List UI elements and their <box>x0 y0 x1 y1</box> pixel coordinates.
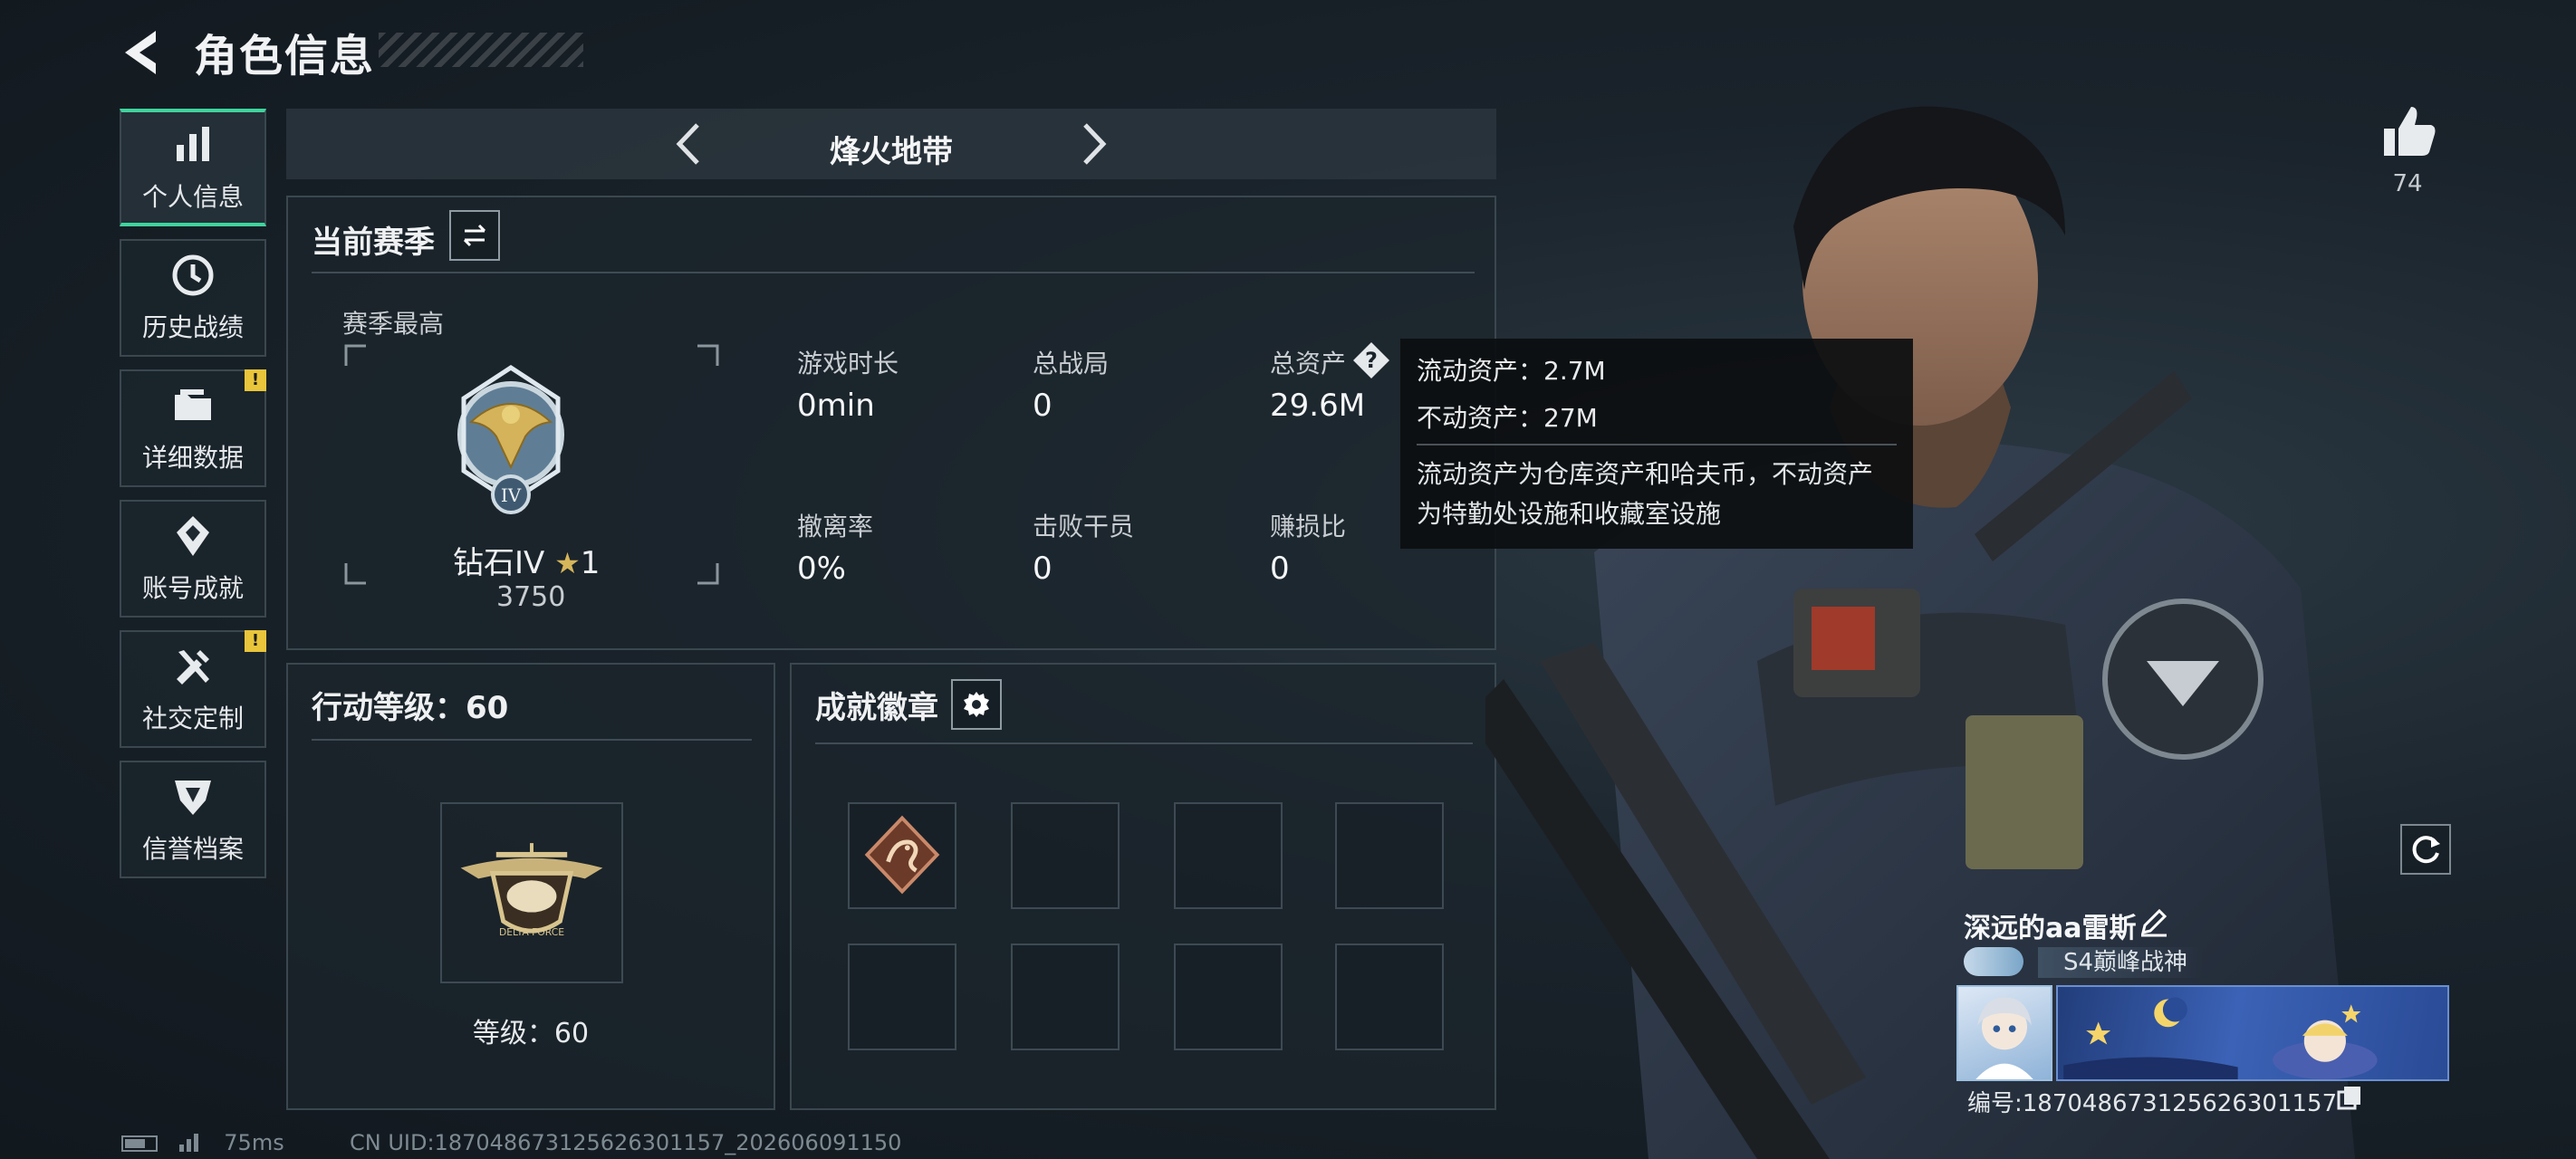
nav-label: 详细数据 <box>141 443 244 473</box>
badge-slot[interactable] <box>1335 943 1444 1050</box>
badge-slot[interactable] <box>848 943 956 1050</box>
action-level-panel: 行动等级：60 DELTA FORCE 等级：60 <box>286 663 775 1110</box>
badge-settings-button[interactable] <box>951 679 1002 730</box>
badge-slot[interactable] <box>1174 943 1283 1050</box>
latency-text: 75ms <box>224 1130 284 1155</box>
page-title: 角色信息 <box>194 31 376 81</box>
achievement-badges-panel: 成就徽章 <box>790 663 1496 1110</box>
header-decoration <box>379 33 583 67</box>
back-arrow-icon <box>125 31 156 74</box>
asset-tooltip: 流动资产：2.7M 不动资产：27M 流动资产为仓库资产和哈夫币，不动资产为特勤… <box>1400 339 1913 549</box>
mode-switcher: 烽火地带 <box>286 109 1496 179</box>
alert-badge: ! <box>245 630 266 652</box>
battery-icon <box>121 1135 158 1152</box>
divider <box>1417 444 1897 445</box>
current-season-panel: 当前赛季 赛季最高 IV 钻石IV ★1 3750 游戏时长 0min 总战局 … <box>286 196 1496 650</box>
level-emblem-frame: DELTA FORCE <box>440 802 623 983</box>
asset-description: 流动资产为仓库资产和哈夫币，不动资产为特勤处设施和收藏室设施 <box>1417 459 1874 529</box>
player-avatar[interactable] <box>1956 985 2052 1081</box>
chevron-right-icon[interactable] <box>1071 121 1116 167</box>
player-title: S4巅峰战神 <box>2038 947 2203 978</box>
svg-text:?: ? <box>1365 348 1378 373</box>
stat-label: 撤离率 <box>797 512 874 541</box>
clock-icon <box>172 254 214 296</box>
stat-value: 0 <box>1033 551 1053 587</box>
badge-slot[interactable] <box>1174 802 1283 909</box>
divider <box>312 272 1475 273</box>
section-title: 成就徽章 <box>815 690 938 726</box>
status-bar: 75ms <box>121 1130 284 1157</box>
achievement-icon <box>177 516 209 556</box>
bar-chart-icon <box>177 127 209 161</box>
helicopter-emblem-icon: DELTA FORCE <box>460 843 603 938</box>
stat-label: 赚损比 <box>1270 512 1347 541</box>
star-icon: ★ <box>554 546 581 580</box>
nav-item-history[interactable]: 历史战绩 <box>120 239 266 357</box>
nav-item-reputation[interactable]: 信誉档案 <box>120 761 266 878</box>
help-icon[interactable]: ? <box>1351 340 1391 380</box>
season-best-label: 赛季最高 <box>342 309 445 339</box>
dragon-badge-icon <box>864 815 940 895</box>
stat-value: 0 <box>1270 551 1290 587</box>
stat-value: 0min <box>797 388 875 424</box>
name-card-banner[interactable] <box>2056 985 2449 1081</box>
like-count: 74 <box>2392 170 2423 197</box>
back-button[interactable] <box>116 25 170 80</box>
nav-item-personal-info[interactable]: 个人信息 <box>120 109 266 226</box>
gear-icon <box>964 692 989 717</box>
alert-badge: ! <box>245 369 266 391</box>
avatar-image <box>1975 997 2033 1079</box>
stat-label: 总资产 <box>1270 349 1347 378</box>
rank-points: 3750 <box>496 581 566 613</box>
nav-label: 个人信息 <box>141 182 244 212</box>
rank-row: 钻石IV ★1 <box>453 538 600 582</box>
divider <box>815 742 1473 744</box>
swap-icon <box>463 224 486 247</box>
thumbs-up-icon[interactable] <box>2377 100 2440 163</box>
stat-label: 游戏时长 <box>797 349 899 378</box>
stat-value: 29.6M <box>1270 388 1366 424</box>
stat-value: 0 <box>1033 388 1053 424</box>
tools-icon <box>177 650 209 685</box>
nav-label: 账号成就 <box>141 573 244 603</box>
divider <box>312 739 752 741</box>
badge-slot[interactable] <box>1011 802 1120 909</box>
badge-slot[interactable] <box>848 802 956 909</box>
stat-value: 0% <box>797 551 846 587</box>
nav-item-social[interactable]: 社交定制 ! <box>120 630 266 748</box>
nav-label: 信誉档案 <box>141 834 244 864</box>
nav-label: 社交定制 <box>141 704 244 733</box>
copy-icon[interactable] <box>2337 1085 2362 1110</box>
stat-label: 击败干员 <box>1033 512 1135 541</box>
mode-title: 烽火地带 <box>830 134 953 170</box>
section-title: 当前赛季 <box>312 225 435 261</box>
stat-label: 总战局 <box>1033 349 1110 378</box>
liquid-assets-text: 流动资产：2.7M <box>1417 356 1606 386</box>
refresh-button[interactable] <box>2400 824 2451 875</box>
level-text: 等级：60 <box>472 1018 590 1049</box>
folder-icon <box>175 389 211 420</box>
fixed-assets-text: 不动资产：27M <box>1417 403 1598 433</box>
badge-slot[interactable] <box>1335 802 1444 909</box>
uid-text: CN UID:187048673125626301157_20260609115… <box>350 1130 902 1155</box>
nav-item-achievements[interactable]: 账号成就 <box>120 500 266 618</box>
svg-text:DELTA FORCE: DELTA FORCE <box>499 926 564 938</box>
rank-badge-icon: IV <box>457 365 564 514</box>
edit-name-icon[interactable] <box>2138 905 2170 938</box>
rank-name: 钻石IV <box>453 545 545 581</box>
section-title: 行动等级：60 <box>312 690 509 726</box>
swap-season-button[interactable] <box>449 210 500 261</box>
refresh-icon <box>2412 836 2440 864</box>
rank-stars: 1 <box>580 545 601 581</box>
banner-image <box>2063 997 2378 1079</box>
badge-slot[interactable] <box>1011 943 1120 1050</box>
card-id: 编号:187048673125626301157 <box>1967 1090 2338 1117</box>
svg-text:IV: IV <box>501 484 522 506</box>
signal-icon <box>178 1130 205 1157</box>
nav-item-detailed-data[interactable]: 详细数据 ! <box>120 369 266 487</box>
shield-icon <box>175 781 211 815</box>
nav-label: 历史战绩 <box>141 312 244 342</box>
player-name: 深远的aa雷斯 <box>1964 913 2137 944</box>
title-badge-icon <box>1964 947 2023 976</box>
